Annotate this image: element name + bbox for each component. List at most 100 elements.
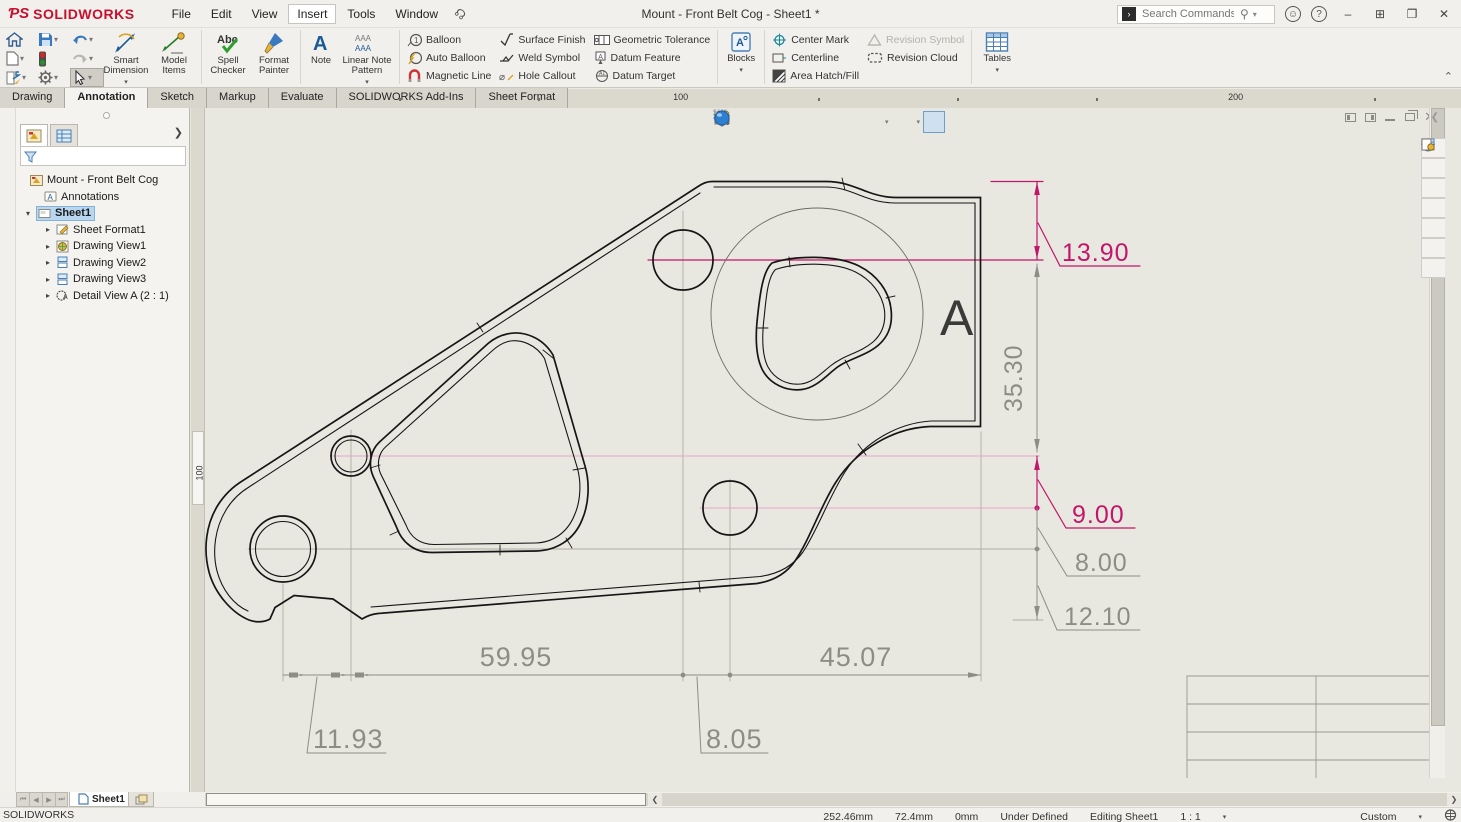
part-outline[interactable]	[205, 180, 982, 623]
previous-view-icon[interactable]	[715, 111, 810, 133]
restore-button[interactable]: ❐	[1401, 7, 1423, 21]
taskpane-document-manager-icon[interactable]	[1421, 138, 1445, 278]
scroll-right-icon[interactable]: ❯	[1447, 793, 1461, 806]
first-sheet-button[interactable]: ⏮	[16, 792, 29, 807]
revision-cloud-button[interactable]: Revision Cloud	[863, 50, 968, 65]
dim-11-93[interactable]: 11.93	[306, 676, 387, 754]
performance-light-icon[interactable]	[36, 49, 70, 68]
tab-sheet-format[interactable]: Sheet Format	[476, 88, 569, 108]
feature-tree-tab[interactable]	[20, 124, 48, 146]
menu-view[interactable]: View	[243, 4, 287, 24]
auto-balloon-button[interactable]: Auto Balloon	[403, 50, 495, 65]
tables-button[interactable]: Tables ▾	[975, 28, 1019, 86]
menu-window[interactable]: Window	[386, 4, 447, 24]
sheet-properties-icon[interactable]	[714, 110, 858, 133]
smart-dimension-dropdown-icon[interactable]: ▾	[124, 78, 128, 86]
part-inner-walls[interactable]	[214, 186, 976, 612]
magnetic-line-button[interactable]: Magnetic Line	[403, 68, 495, 83]
selected-centerline[interactable]	[647, 180, 1044, 261]
blocks-dropdown-icon[interactable]: ▾	[739, 66, 743, 74]
tree-item-sheet1[interactable]: ▾ Sheet1	[18, 205, 188, 222]
taskpane-appearances-icon[interactable]	[1421, 138, 1445, 238]
tab-drawing[interactable]: Drawing	[0, 88, 66, 108]
ribbon-collapse-icon[interactable]: ⌃	[1444, 70, 1453, 83]
spell-checker-button[interactable]: Abc Spell Checker	[205, 28, 251, 86]
sheet1-tab[interactable]: Sheet1	[69, 792, 134, 807]
view-orientation-icon[interactable]	[714, 110, 882, 133]
geometric-tolerance-button[interactable]: Geometric Tolerance	[590, 32, 715, 47]
help-icon[interactable]: ?	[1311, 6, 1327, 22]
zoom-in-out-icon[interactable]	[715, 111, 786, 133]
taskpane-file-explorer-icon[interactable]	[1421, 140, 1445, 198]
tab-markup[interactable]: Markup	[207, 88, 269, 108]
tree-filter-input[interactable]	[40, 149, 182, 163]
add-sheet-tab[interactable]	[128, 792, 154, 807]
display-style-dropdown-icon[interactable]: ▾	[917, 118, 921, 126]
format-painter-button[interactable]: Format Painter	[251, 28, 297, 86]
revision-symbol-button[interactable]: Revision Symbol	[863, 32, 968, 47]
dim-13-90[interactable]: 13.90	[1034, 180, 1141, 268]
taskpane-design-library-icon[interactable]	[1421, 139, 1445, 218]
tree-item-drawing-view1[interactable]: ▸ Drawing View1	[18, 238, 188, 255]
status-tag-icon[interactable]	[1444, 809, 1457, 822]
linear-note-dropdown-icon[interactable]: ▾	[365, 78, 369, 86]
panel-collapse-handle[interactable]	[102, 112, 110, 119]
taskpane-resources-icon[interactable]	[1421, 138, 1445, 178]
tree-item-detail-view-a[interactable]: ▸ A Detail View A (2 : 1)	[18, 288, 188, 305]
minimize-button[interactable]: –	[1337, 7, 1359, 21]
pin-menu-icon[interactable]: ☊	[452, 5, 469, 23]
select-tool-button[interactable]: ▾	[70, 68, 104, 87]
doc-restore-icon[interactable]	[1405, 110, 1419, 121]
new-document-button[interactable]: ▾	[4, 49, 36, 68]
taskpane-collapse-icon[interactable]: ❮	[1431, 112, 1439, 123]
datum-target-button[interactable]: A1 Datum Target	[590, 68, 715, 83]
tree-item-annotations[interactable]: A Annotations	[18, 189, 188, 206]
property-manager-tab[interactable]	[50, 124, 78, 146]
dim-8-05[interactable]: 8.05	[696, 676, 769, 754]
model-items-button[interactable]: Model Items	[150, 28, 198, 86]
view-orientation-dropdown-icon[interactable]: ▾	[885, 118, 889, 126]
center-mark-button[interactable]: Center Mark	[768, 32, 863, 47]
scroll-left-icon[interactable]: ❮	[648, 793, 662, 806]
tab-annotation[interactable]: Annotation	[65, 88, 149, 108]
scale-dropdown-icon[interactable]: ▾	[1223, 813, 1227, 821]
prev-sheet-button[interactable]: ◀	[29, 792, 42, 807]
menu-file[interactable]: File	[163, 4, 200, 24]
blocks-button[interactable]: A Blocks ▾	[721, 28, 761, 86]
tab-addins[interactable]: SOLIDWORKS Add-Ins	[336, 88, 477, 108]
zoom-to-area-icon[interactable]	[713, 109, 762, 133]
detail-label-a[interactable]: A	[940, 290, 974, 346]
search-commands-box[interactable]: › ⚲ ▾	[1117, 4, 1275, 24]
linear-note-pattern-button[interactable]: AAA AAA Linear Note Pattern ▾	[338, 28, 396, 86]
close-button[interactable]: ✕	[1433, 7, 1455, 21]
home-button[interactable]	[4, 30, 36, 49]
next-sheet-button[interactable]: ▶	[42, 792, 55, 807]
tree-item-root[interactable]: Mount - Front Belt Cog	[18, 172, 188, 189]
account-icon[interactable]: ☺	[1285, 6, 1301, 22]
dim-bottom-chain[interactable]: 59.95 45.07	[282, 642, 982, 678]
horizontal-scrollbar-thumb[interactable]	[206, 793, 646, 806]
save-button[interactable]: ▾	[36, 30, 70, 49]
publish-button[interactable]: ▾	[4, 68, 36, 87]
last-sheet-button[interactable]: ⏭	[55, 792, 68, 807]
tile-windows-button[interactable]: ⊞	[1369, 7, 1391, 21]
search-input[interactable]	[1140, 7, 1236, 21]
units-dropdown-icon[interactable]: ▾	[1418, 813, 1422, 821]
weld-symbol-button[interactable]: Weld Symbol	[495, 50, 589, 65]
view-settings-icon[interactable]	[714, 110, 946, 133]
pane-left-icon[interactable]	[1345, 112, 1357, 122]
drawing-sheet[interactable]: A 13.90 35.30 9.00 8.00 12.10 59.95 45.0…	[205, 108, 1445, 778]
title-block-table[interactable]	[1186, 675, 1445, 778]
tables-dropdown-icon[interactable]: ▾	[995, 66, 999, 74]
dim-9-00[interactable]: 9.00	[1034, 455, 1136, 529]
dim-35-30[interactable]: 35.30	[1000, 263, 1040, 453]
status-units[interactable]: Custom	[1360, 811, 1396, 822]
status-sheet-scale[interactable]: 1 : 1	[1180, 811, 1200, 822]
note-button[interactable]: A Note	[304, 28, 338, 86]
display-style-icon[interactable]	[714, 110, 914, 133]
redraw-icon[interactable]	[714, 110, 834, 133]
taskpane-custom-properties-icon[interactable]	[1421, 138, 1445, 258]
tree-item-sheet-format1[interactable]: ▸ Sheet Format1	[18, 222, 188, 239]
balloon-button[interactable]: 1 Balloon	[403, 32, 495, 47]
smart-dimension-button[interactable]: Smart Dimension ▾	[102, 28, 150, 86]
